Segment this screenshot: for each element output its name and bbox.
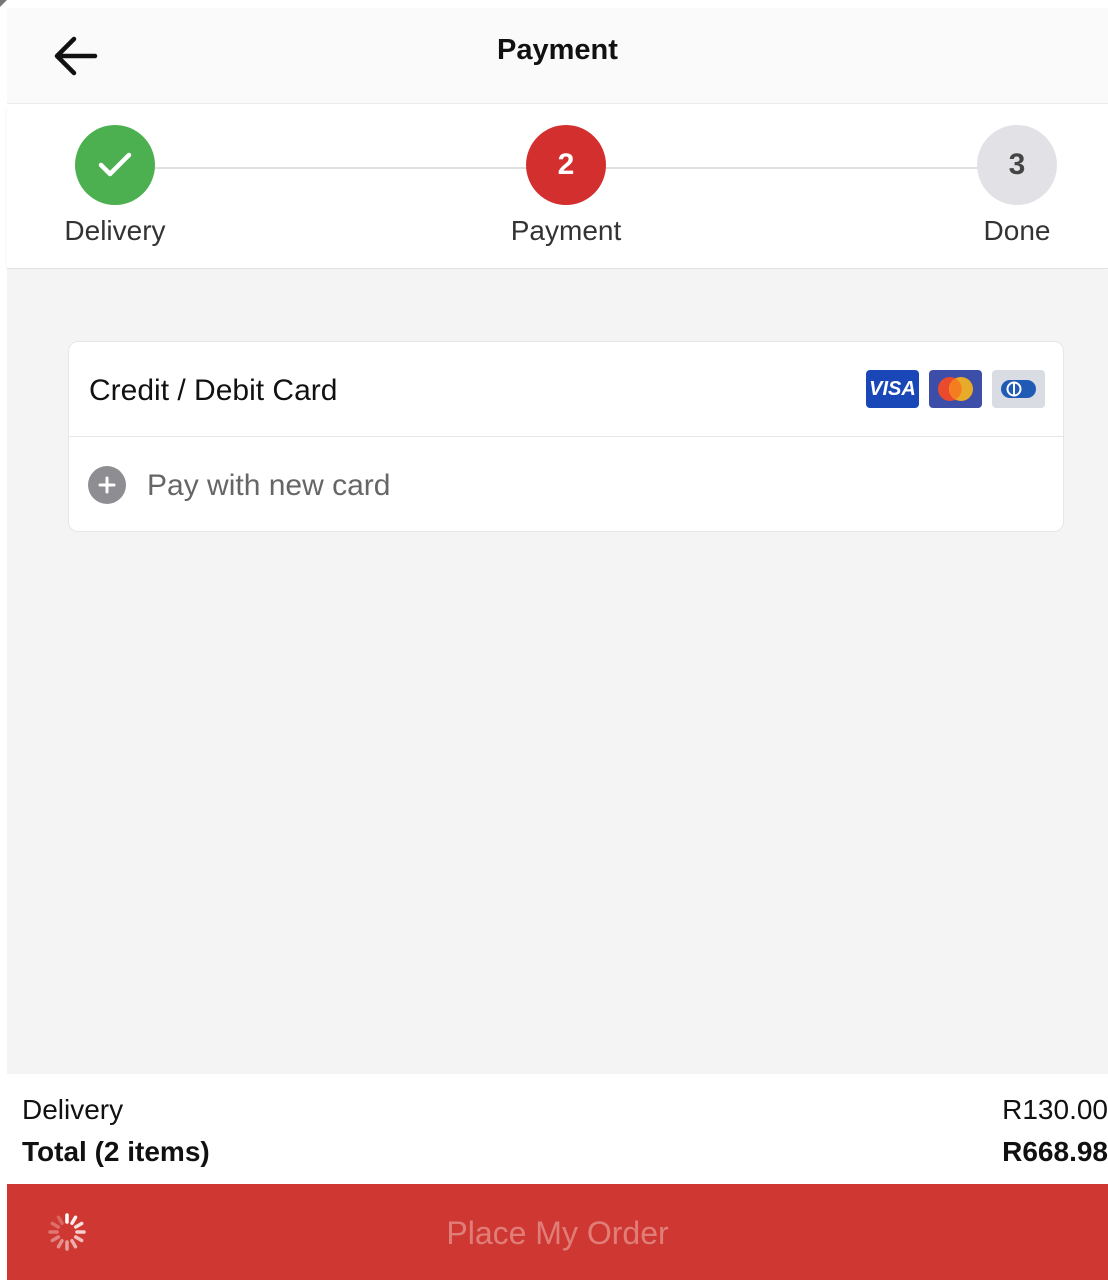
visa-logo: VISA	[866, 370, 919, 408]
diners-icon	[1001, 380, 1036, 398]
mastercard-icon	[938, 377, 973, 401]
app-header: Payment	[7, 8, 1108, 104]
checkout-stepper: Delivery 2 Payment 3 Done	[7, 105, 1108, 269]
step-done: 3 Done	[937, 125, 1097, 247]
step-done-circle: 3	[977, 125, 1057, 205]
total-row: Total (2 items) R668.98	[22, 1136, 1108, 1168]
card-brand-logos: VISA	[866, 370, 1045, 408]
checkmark-icon	[98, 152, 132, 177]
step-payment: 2 Payment	[486, 125, 646, 247]
payment-method-card: Credit / Debit Card VISA Pay with new ca…	[68, 341, 1064, 532]
delivery-row: Delivery R130.00	[22, 1094, 1108, 1126]
payment-screen: Payment Delivery 2 Payment 3 Done Credit…	[0, 0, 1108, 1280]
delivery-value: R130.00	[1002, 1094, 1108, 1125]
payment-content: Credit / Debit Card VISA Pay with new ca…	[7, 270, 1108, 1074]
place-order-label: Place My Order	[446, 1215, 669, 1251]
pay-with-new-card-label: Pay with new card	[147, 469, 391, 502]
step-delivery-circle	[75, 125, 155, 205]
order-summary: Delivery R130.00 Total (2 items) R668.98	[7, 1074, 1108, 1184]
step-delivery: Delivery	[35, 125, 195, 247]
corner-mark	[0, 0, 7, 7]
pay-with-new-card-row[interactable]: Pay with new card	[69, 437, 1063, 531]
total-label: Total (2 items)	[22, 1136, 210, 1167]
step-payment-label: Payment	[510, 215, 622, 246]
step-delivery-label: Delivery	[64, 215, 166, 246]
diners-logo	[992, 370, 1045, 408]
card-section-header: Credit / Debit Card VISA	[69, 342, 1063, 437]
card-section-title: Credit / Debit Card	[89, 374, 338, 407]
plus-icon	[88, 466, 126, 504]
step-done-label: Done	[983, 215, 1051, 246]
mastercard-logo	[929, 370, 982, 408]
total-value: R668.98	[1002, 1136, 1108, 1167]
place-order-button[interactable]: Place My Order	[7, 1184, 1108, 1280]
step-payment-circle: 2	[526, 125, 606, 205]
delivery-label: Delivery	[22, 1094, 124, 1125]
page-title: Payment	[497, 34, 618, 66]
